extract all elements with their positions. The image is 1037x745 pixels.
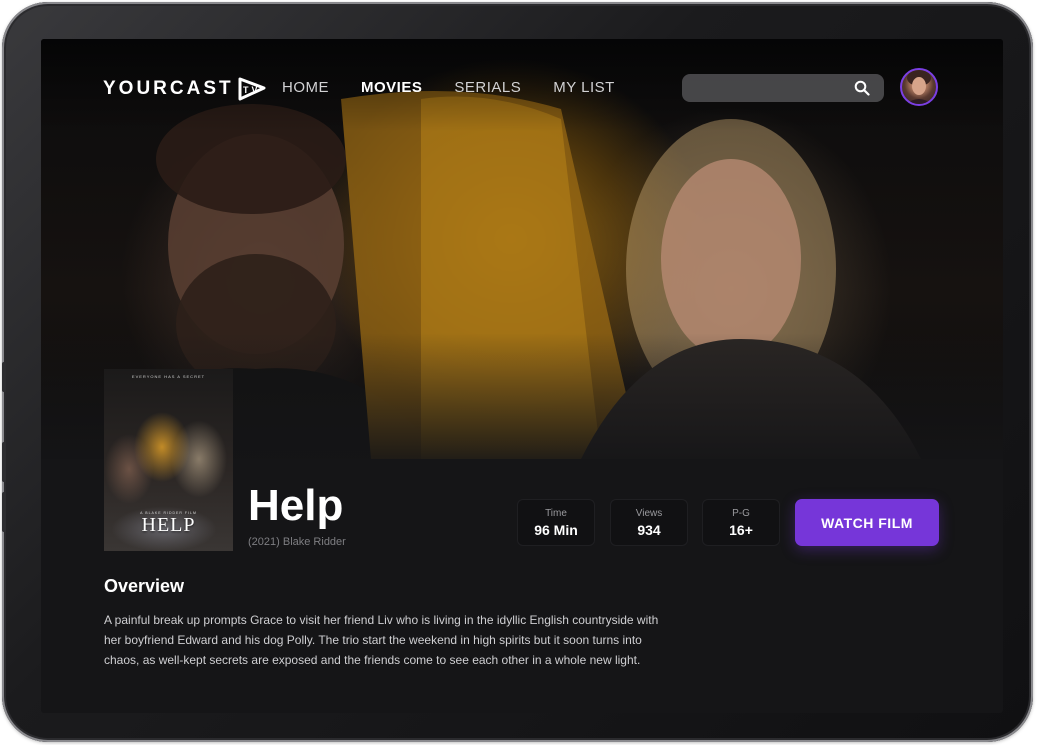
main-menu: HOME MOVIES SERIALS MY LIST bbox=[282, 79, 647, 96]
stat-views: Views 934 bbox=[610, 499, 688, 546]
svg-text:TV: TV bbox=[243, 85, 261, 95]
search-icon[interactable] bbox=[854, 80, 870, 96]
stat-label: P-G bbox=[732, 508, 750, 519]
nav-item-my-list[interactable]: MY LIST bbox=[553, 79, 615, 96]
nav-item-serials[interactable]: SERIALS bbox=[454, 79, 521, 96]
stat-label: Time bbox=[545, 508, 567, 519]
poster-tagline: EVERYONE HAS A SECRET bbox=[131, 374, 206, 379]
overview-heading: Overview bbox=[104, 576, 185, 596]
nav-item-movies[interactable]: MOVIES bbox=[361, 79, 422, 96]
brand-logo[interactable]: YOURCAST TV bbox=[103, 77, 266, 101]
device-side-button bbox=[2, 442, 6, 482]
search-bar[interactable] bbox=[682, 74, 884, 102]
device-side-button bbox=[2, 492, 6, 532]
stat-value: 16+ bbox=[729, 522, 753, 538]
nav-item-home[interactable]: HOME bbox=[282, 79, 329, 96]
app-screen: YOURCAST TV HOME MOVIES SERIALS MY LIST bbox=[41, 39, 1003, 713]
user-avatar[interactable] bbox=[900, 68, 938, 106]
overview-text: A painful break up prompts Grace to visi… bbox=[104, 613, 659, 667]
search-input[interactable] bbox=[692, 78, 842, 98]
top-navigation: YOURCAST TV HOME MOVIES SERIALS MY LIST bbox=[41, 39, 1003, 139]
movie-poster[interactable]: EVERYONE HAS A SECRET A BLAKE RIDDER FIL… bbox=[104, 369, 233, 551]
movie-title: Help bbox=[248, 481, 344, 530]
watch-film-button[interactable]: WATCH FILM bbox=[795, 499, 939, 546]
stat-time: Time 96 Min bbox=[517, 499, 595, 546]
stat-value: 96 Min bbox=[534, 522, 578, 538]
brand-name: YOURCAST bbox=[103, 78, 234, 99]
stat-label: Views bbox=[635, 508, 663, 519]
device-side-button bbox=[2, 362, 6, 392]
movie-meta: (2021) Blake Ridder bbox=[248, 536, 346, 548]
brand-tv-mark-icon: TV bbox=[238, 77, 266, 101]
poster-title: HELP bbox=[141, 514, 196, 536]
tablet-frame: YOURCAST TV HOME MOVIES SERIALS MY LIST bbox=[2, 2, 1033, 742]
stat-rating: P-G 16+ bbox=[702, 499, 780, 546]
stat-value: 934 bbox=[637, 522, 661, 538]
